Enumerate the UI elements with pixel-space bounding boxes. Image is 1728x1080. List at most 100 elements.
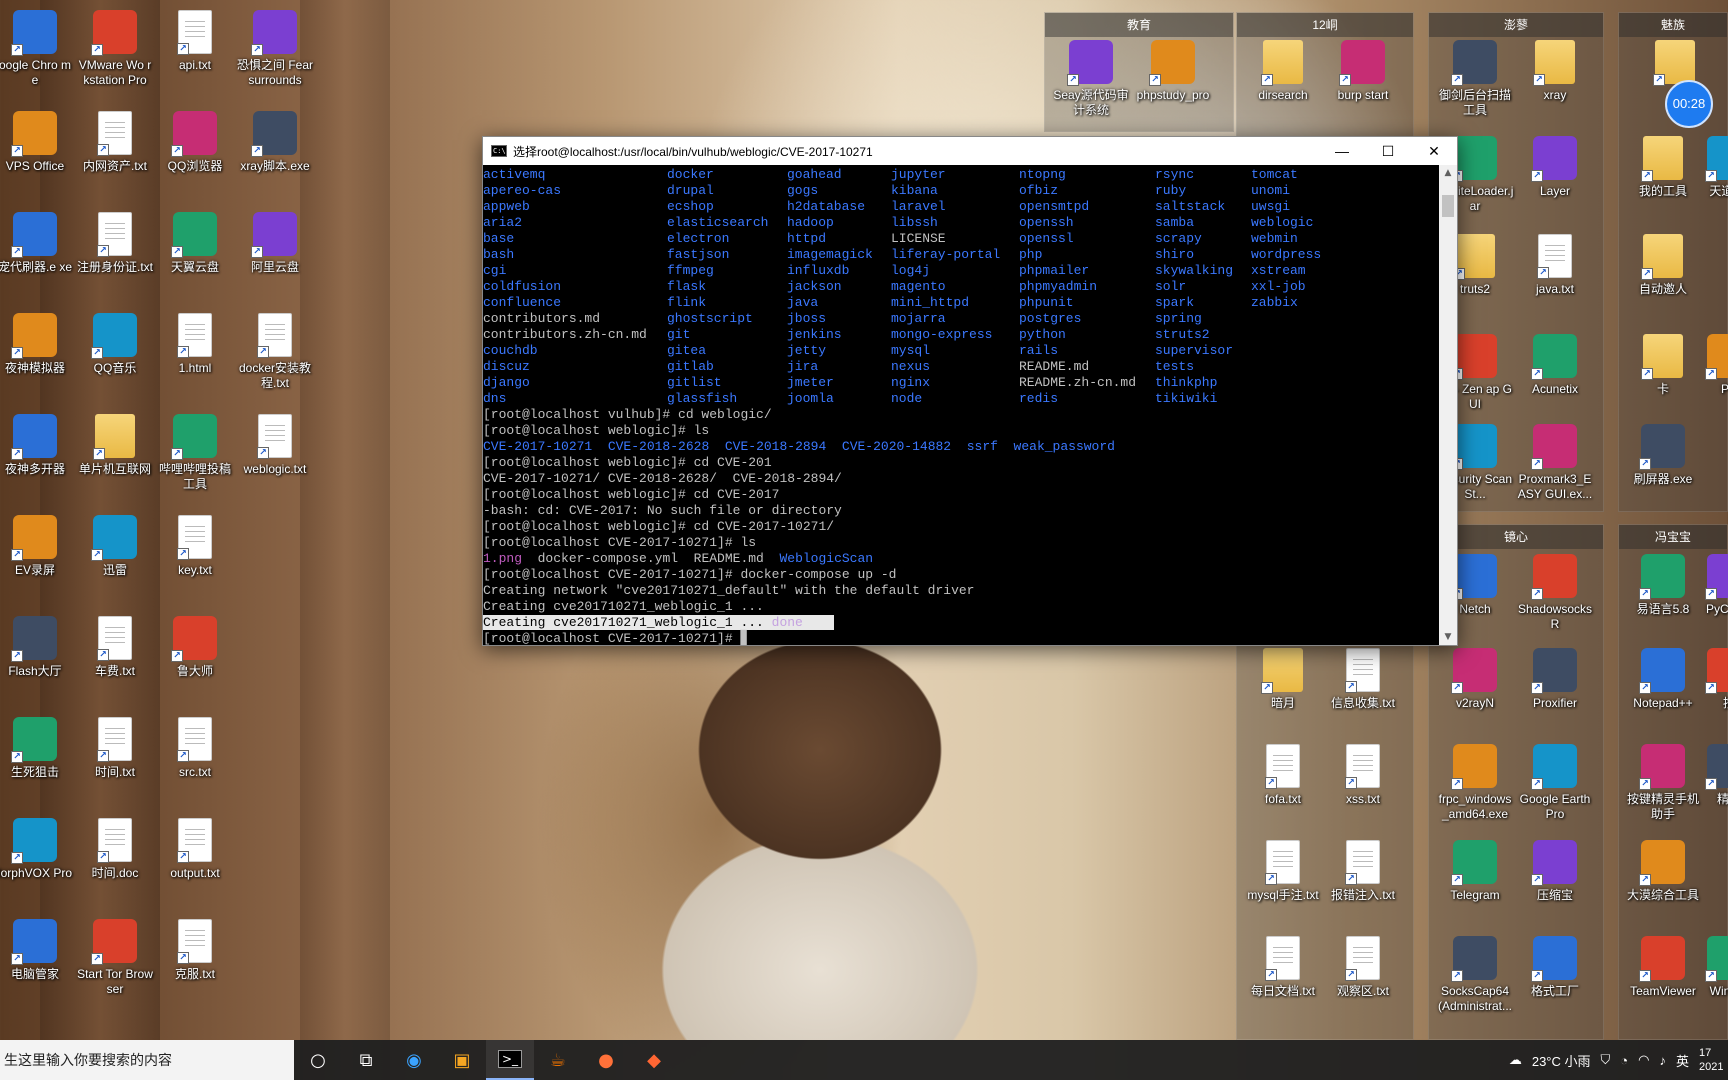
desktop-icon[interactable]: ↗ PyC mm: [1690, 554, 1728, 617]
burp-taskbar-icon[interactable]: ◆: [630, 1040, 678, 1080]
terminal-titlebar[interactable]: C:\ 选择root@localhost:/usr/local/bin/vulh…: [483, 137, 1457, 165]
desktop-icon[interactable]: ↗ weblogic.txt: [236, 414, 314, 477]
desktop-icon[interactable]: ↗ 夜神模拟器: [0, 313, 74, 376]
desktop-icon[interactable]: ↗ xray: [1516, 40, 1594, 103]
maximize-button[interactable]: ☐: [1365, 137, 1411, 165]
desktop-icon[interactable]: ↗ Proxmark3_EASY GUI.ex...: [1516, 424, 1594, 502]
task-view-icon[interactable]: ⧉: [342, 1040, 390, 1080]
desktop-icon[interactable]: ↗ 生死狙击: [0, 717, 74, 780]
desktop-icon[interactable]: ↗ 每日文档.txt: [1244, 936, 1322, 999]
taskbar-search-input[interactable]: 生这里输入你要搜索的内容: [0, 1040, 294, 1080]
desktop-icon[interactable]: ↗ 哔哩哔哩投稿工具: [156, 414, 234, 492]
desktop-icon[interactable]: ↗ Telegram: [1436, 840, 1514, 903]
desktop-icon[interactable]: ↗ Acunetix: [1516, 334, 1594, 397]
desktop-icon[interactable]: ↗ 1.html: [156, 313, 234, 376]
desktop-icon[interactable]: ↗ fofa.txt: [1244, 744, 1322, 807]
security-icon[interactable]: ⛉: [1601, 1052, 1611, 1068]
desktop-icon[interactable]: ↗ SocksCap64(Administrat...: [1436, 936, 1514, 1014]
desktop-icon[interactable]: ↗ 鲁大师: [156, 616, 234, 679]
desktop-icon[interactable]: ↗ 注册身份证.txt: [76, 212, 154, 275]
desktop-icon[interactable]: ↗ xss.txt: [1324, 744, 1402, 807]
desktop-icon[interactable]: ↗ 刷屏器.exe: [1624, 424, 1702, 487]
desktop-icon[interactable]: ↗ EV录屏: [0, 515, 74, 578]
weather-icon[interactable]: ☁: [1509, 1052, 1522, 1068]
terminal-output[interactable]: activemq apereo-cas appweb aria2 base bash cgi…: [483, 165, 1439, 645]
desktop-icon[interactable]: ↗ phpstudy_pro: [1134, 40, 1212, 103]
desktop-icon[interactable]: ↗ 电脑管家: [0, 919, 74, 982]
desktop-icon[interactable]: ↗ dirsearch: [1244, 40, 1322, 103]
desktop-icon[interactable]: ↗ 迅雷: [76, 515, 154, 578]
desktop-icon[interactable]: ↗ Flash大厅: [0, 616, 74, 679]
desktop-icon[interactable]: ↗ 观察区.txt: [1324, 936, 1402, 999]
firefox-taskbar-icon[interactable]: ●: [582, 1040, 630, 1080]
terminal-window[interactable]: C:\ 选择root@localhost:/usr/local/bin/vulh…: [482, 136, 1458, 646]
desktop-icon[interactable]: ↗ xray脚本.exe: [236, 111, 314, 174]
scroll-down-icon[interactable]: ▼: [1439, 629, 1457, 645]
desktop-icon[interactable]: ↗ docker安装教程.txt: [236, 313, 314, 391]
desktop-icon[interactable]: ↗ lorphVOX Pro: [0, 818, 74, 881]
desktop-icon[interactable]: ↗ oogle Chro me: [0, 10, 74, 88]
desktop-icon[interactable]: ↗ 暗月: [1244, 648, 1322, 711]
desktop-icon[interactable]: ↗ 时间.doc: [76, 818, 154, 881]
desktop-icon[interactable]: ↗ src.txt: [156, 717, 234, 780]
recording-timer[interactable]: 00:28: [1665, 80, 1713, 128]
desktop-icon[interactable]: ↗ v2rayN: [1436, 648, 1514, 711]
wifi-icon[interactable]: ◠: [1638, 1052, 1649, 1068]
desktop-icon[interactable]: ↗ key.txt: [156, 515, 234, 578]
network-icon[interactable]: ◔: [1620, 1053, 1628, 1068]
desktop-icon[interactable]: ↗ VPS Office: [0, 111, 74, 174]
desktop-icon[interactable]: ↗ QQ音乐: [76, 313, 154, 376]
desktop-icon[interactable]: ↗ 自动邀人: [1624, 234, 1702, 297]
desktop-icon[interactable]: ↗ 压缩宝: [1516, 840, 1594, 903]
desktop-icon[interactable]: ↗ 夜神多开器: [0, 414, 74, 477]
terminal-taskbar-icon[interactable]: >_: [486, 1040, 534, 1080]
desktop-icon[interactable]: ↗ frpc_windows_amd64.exe: [1436, 744, 1514, 822]
desktop-icon[interactable]: ↗ java.txt: [1516, 234, 1594, 297]
selected-text[interactable]: Creating cve201710271_weblogic_1 ... don…: [483, 615, 835, 630]
scroll-thumb[interactable]: [1442, 195, 1454, 217]
qq-browser-taskbar-icon[interactable]: ◉: [390, 1040, 438, 1080]
desktop-icon[interactable]: ↗ api.txt: [156, 10, 234, 73]
desktop-icon[interactable]: ↗ 御剑后台扫描工具: [1436, 40, 1514, 118]
cortana-icon[interactable]: ○: [294, 1040, 342, 1080]
desktop-icon[interactable]: ↗ 单片机互联网: [76, 414, 154, 477]
java-taskbar-icon[interactable]: ☕: [534, 1040, 582, 1080]
desktop-icon[interactable]: ↗ burp start: [1324, 40, 1402, 103]
desktop-icon[interactable]: ↗ output.txt: [156, 818, 234, 881]
minimize-button[interactable]: —: [1319, 137, 1365, 165]
desktop-icon[interactable]: ↗ 报错注入.txt: [1324, 840, 1402, 903]
desktop-icon[interactable]: ↗ Seay源代码审计系统: [1052, 40, 1130, 118]
desktop-icon[interactable]: ↗ mysql手注.txt: [1244, 840, 1322, 903]
terminal-scrollbar[interactable]: ▲ ▼: [1439, 165, 1457, 645]
desktop-icon[interactable]: ↗ Google Earth Pro: [1516, 744, 1594, 822]
desktop-icon[interactable]: ↗按: [1690, 648, 1728, 711]
desktop-icon[interactable]: ↗ 克服.txt: [156, 919, 234, 982]
desktop-icon[interactable]: ↗ 天道然.: [1690, 136, 1728, 199]
desktop-icon[interactable]: ↗ 大漠综合工具: [1624, 840, 1702, 903]
desktop-icon[interactable]: ↗ Layer: [1516, 136, 1594, 199]
desktop-icon[interactable]: ↗ Proxifier: [1516, 648, 1594, 711]
desktop-icon[interactable]: ↗ ShadowsocksR: [1516, 554, 1594, 632]
desktop-icon[interactable]: ↗ 车费.txt: [76, 616, 154, 679]
vmware-taskbar-icon[interactable]: ▣: [438, 1040, 486, 1080]
desktop-icon[interactable]: ↗ 恐惧之间 Fear surrounds: [236, 10, 314, 88]
desktop-icon[interactable]: ↗ 时间.txt: [76, 717, 154, 780]
weather-text[interactable]: 23°C 小雨: [1532, 1051, 1591, 1070]
close-button[interactable]: ✕: [1411, 137, 1457, 165]
desktop-icon[interactable]: ↗ QQ浏览器: [156, 111, 234, 174]
desktop-icon[interactable]: ↗ 内网资产.txt: [76, 111, 154, 174]
desktop-icon[interactable]: ↗ Start Tor Browser: [76, 919, 154, 997]
desktop-icon[interactable]: ↗ 精灵: [1690, 744, 1728, 807]
desktop-icon[interactable]: ↗ 阿里云盘: [236, 212, 314, 275]
ime-indicator[interactable]: 英: [1676, 1051, 1689, 1070]
desktop-icon[interactable]: ↗ 信息收集.txt: [1324, 648, 1402, 711]
desktop-icon[interactable]: ↗ 天翼云盘: [156, 212, 234, 275]
desktop-icon[interactable]: ↗ 格式工厂: [1516, 936, 1594, 999]
desktop-icon[interactable]: ↗ 宠代刷器.e xe: [0, 212, 74, 275]
volume-icon[interactable]: ♪: [1659, 1053, 1666, 1068]
desktop-icon[interactable]: ↗PY: [1690, 334, 1728, 397]
scroll-up-icon[interactable]: ▲: [1439, 165, 1457, 181]
desktop-icon[interactable]: ↗ Win V3: [1690, 936, 1728, 999]
desktop-icon[interactable]: ↗ VMware Wo rkstation Pro: [76, 10, 154, 88]
clock[interactable]: 17 2021: [1699, 1046, 1723, 1074]
